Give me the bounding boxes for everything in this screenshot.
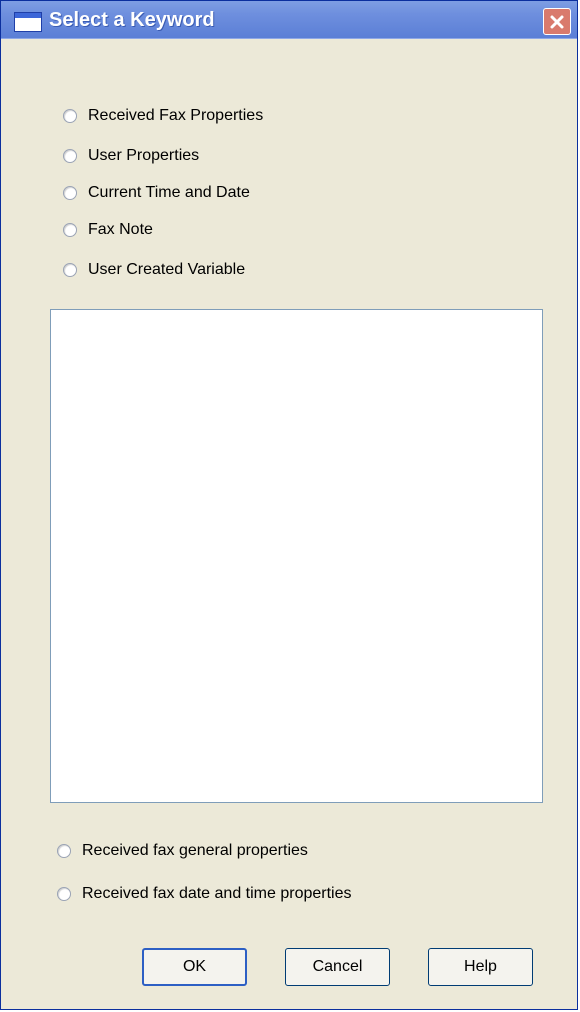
ok-button[interactable]: OK (142, 948, 247, 986)
radio-button[interactable] (63, 223, 77, 237)
radio-label: Received fax date and time properties (82, 885, 352, 902)
radio-button[interactable] (63, 109, 77, 123)
radio-button[interactable] (57, 844, 71, 858)
radio-label: User Properties (88, 147, 200, 164)
keyword-list[interactable] (50, 309, 543, 803)
radio-received-fax-date-and-time-properties[interactable]: Received fax date and time properties (57, 885, 351, 903)
title-bar[interactable]: Select a Keyword (1, 1, 577, 39)
cancel-button[interactable]: Cancel (285, 948, 390, 986)
window-icon (14, 12, 42, 32)
radio-button[interactable] (63, 149, 77, 163)
window-title: Select a Keyword (49, 9, 215, 31)
radio-label: Current Time and Date (88, 184, 250, 201)
close-icon (550, 15, 564, 28)
radio-button[interactable] (57, 887, 71, 901)
radio-label: Received fax general properties (82, 842, 308, 859)
radio-current-time-and-date[interactable]: Current Time and Date (63, 184, 250, 202)
radio-received-fax-general-properties[interactable]: Received fax general properties (57, 842, 308, 860)
radio-button[interactable] (63, 186, 77, 200)
radio-user-created-variable[interactable]: User Created Variable (63, 261, 245, 279)
radio-button[interactable] (63, 263, 77, 277)
close-button[interactable] (543, 8, 571, 35)
radio-fax-note[interactable]: Fax Note (63, 221, 153, 239)
radio-label: Received Fax Properties (88, 107, 264, 124)
radio-label: User Created Variable (88, 261, 246, 278)
radio-received-fax-properties[interactable]: Received Fax Properties (63, 107, 263, 125)
help-button[interactable]: Help (428, 948, 533, 986)
select-keyword-dialog: Select a Keyword Received Fax Properties… (0, 0, 578, 1010)
radio-user-properties[interactable]: User Properties (63, 147, 199, 165)
radio-label: Fax Note (88, 221, 153, 238)
